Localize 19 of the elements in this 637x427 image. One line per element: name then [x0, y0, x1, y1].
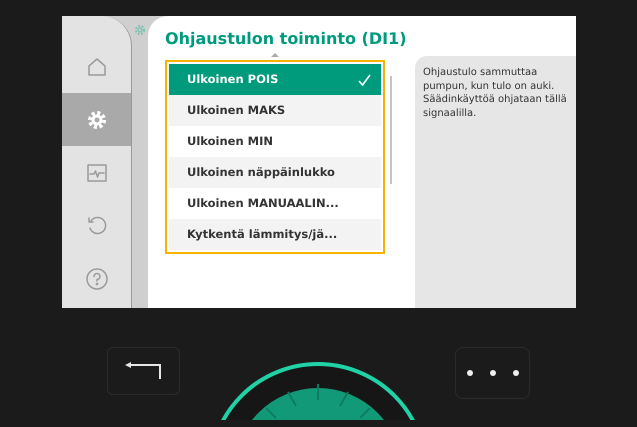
sidebar-item[interactable] [62, 93, 131, 146]
help-text: Ohjaustulo sammuttaa pumpun, kun tulo on auki. Säädinkäyttöä ohjataan tällä signaalilla. [423, 66, 568, 120]
undo-icon [86, 214, 108, 236]
return-arrow-icon [124, 361, 164, 381]
back-button[interactable] [107, 347, 180, 395]
home-icon [86, 56, 108, 78]
more-dots-icon [466, 369, 520, 377]
settings-icon [134, 24, 146, 36]
option-item[interactable]: Ulkoinen POIS [169, 64, 381, 95]
check-icon [358, 74, 371, 86]
settings-icon [86, 110, 106, 130]
help-icon [84, 266, 108, 290]
scroll-up-caret-icon [271, 53, 279, 57]
option-item[interactable]: Ulkoinen näppäinlukko [169, 157, 381, 188]
pulse-monitor-icon [86, 162, 108, 182]
option-item[interactable]: Kytkentä lämmitys/jä... [169, 219, 381, 250]
option-item[interactable]: Ulkoinen MAKS [169, 95, 381, 126]
more-button[interactable] [455, 347, 530, 399]
screen-title: Ohjaustulon toiminto (DI1) [165, 28, 408, 50]
